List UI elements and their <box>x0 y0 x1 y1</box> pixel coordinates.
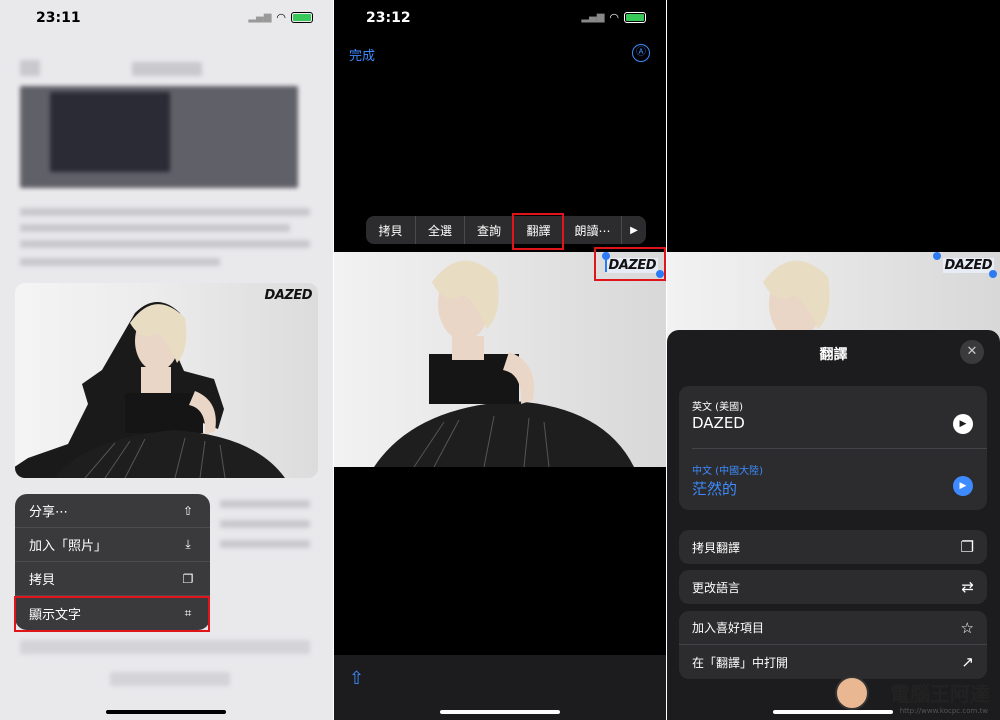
photo-partial: DAZED <box>667 252 1000 342</box>
edit-speak-button[interactable]: 朗讀⋯ <box>564 216 622 244</box>
model-photo <box>374 260 634 467</box>
change-language-icon: ⇄ <box>961 578 974 596</box>
blurred-background <box>20 60 40 76</box>
card-divider <box>692 448 987 449</box>
home-indicator <box>106 710 226 714</box>
signal-icon: ▂▄▆ <box>581 12 605 23</box>
highlight-box <box>512 213 564 250</box>
menu-item-share[interactable]: 分享⋯ ⇧ <box>15 494 210 528</box>
signal-icon: ▂▄▆ <box>248 12 272 23</box>
target-text: 茫然的 <box>692 480 738 498</box>
target-language: 中文 (中國大陸) <box>692 466 763 477</box>
selection-handle-end <box>989 270 997 278</box>
edit-menu: 拷貝 全選 查詢 翻譯 朗讀⋯ ▶ <box>366 216 646 244</box>
menu-item-label: 分享⋯ <box>29 505 69 520</box>
status-icons: ▂▄▆ ◠ <box>248 11 313 24</box>
play-source-icon[interactable]: ▶ <box>953 414 973 434</box>
watermark-text: 電腦王阿達 <box>890 682 990 706</box>
action-label: 加入喜好項目 <box>692 621 765 635</box>
copy-icon: ❐ <box>182 571 194 586</box>
blurred-background <box>20 258 220 266</box>
close-icon[interactable]: ✕ <box>960 340 984 364</box>
blurred-background <box>110 672 230 686</box>
status-bar: 23:11 ▂▄▆ ◠ <box>0 0 333 36</box>
sheet-title: 翻譯 <box>819 347 848 363</box>
add-to-photos-icon: ⤓ <box>185 537 191 551</box>
open-in-translate-button[interactable]: 在「翻譯」中打開 ↗ <box>679 645 987 679</box>
done-button[interactable]: 完成 <box>349 45 375 64</box>
status-icons: ▂▄▆ ◠ <box>581 11 646 24</box>
edit-more-arrow-icon[interactable]: ▶ <box>622 216 646 244</box>
menu-item-add-to-photos[interactable]: 加入「照片」 ⤓ <box>15 528 210 562</box>
dazed-logo: DAZED <box>264 288 313 303</box>
home-indicator <box>773 710 893 714</box>
blurred-background <box>20 224 290 232</box>
action-group: 加入喜好項目 ☆ 在「翻譯」中打開 ↗ <box>679 611 987 679</box>
markup-icon[interactable]: Ⓐ <box>632 44 650 62</box>
panel-photos-context-menu: 23:11 ▂▄▆ ◠ DAZED 分享⋯ ⇧ 加入「照片」 ⤓ 拷貝 ❐ 顯示… <box>0 0 333 720</box>
source-text: DAZED <box>692 414 745 432</box>
blurred-background <box>220 500 310 508</box>
blurred-background <box>20 640 310 654</box>
play-target-icon[interactable]: ▶ <box>953 476 973 496</box>
blurred-background <box>220 540 310 548</box>
translate-sheet: 翻譯 ✕ 英文 (美國) DAZED ▶ 中文 (中國大陸) 茫然的 ▶ 拷貝翻… <box>667 330 1000 720</box>
battery-icon <box>624 12 646 23</box>
photo-full[interactable]: DAZED <box>334 252 666 467</box>
battery-icon <box>291 12 313 23</box>
change-language-button[interactable]: 更改語言 ⇄ <box>679 570 987 604</box>
blurred-background <box>50 92 170 172</box>
panel-translate-sheet: DAZED 翻譯 ✕ 英文 (美國) DAZED ▶ 中文 (中國大陸) 茫然的… <box>667 0 1000 720</box>
selection-handle-start <box>933 252 941 260</box>
model-photo <box>15 302 285 478</box>
wifi-icon: ◠ <box>276 11 286 24</box>
wifi-icon: ◠ <box>609 11 619 24</box>
share-icon[interactable]: ⇧ <box>349 668 364 689</box>
status-time: 23:12 <box>366 10 411 26</box>
copy-translation-button[interactable]: 拷貝翻譯 ❐ <box>679 530 987 564</box>
home-indicator <box>440 710 560 714</box>
edit-lookup-button[interactable]: 查詢 <box>465 216 514 244</box>
selected-text-dazed: DAZED <box>942 258 994 273</box>
watermark-mascot-icon <box>835 676 869 710</box>
edit-copy-button[interactable]: 拷貝 <box>366 216 416 244</box>
menu-item-copy[interactable]: 拷貝 ❐ <box>15 562 210 596</box>
highlight-box <box>14 596 210 632</box>
open-external-icon: ↗ <box>961 653 974 671</box>
status-bar: 23:12 ▂▄▆ ◠ <box>334 0 666 36</box>
star-icon: ☆ <box>960 618 974 637</box>
blurred-background <box>132 62 202 76</box>
photo-preview[interactable]: DAZED <box>15 283 318 478</box>
action-label: 拷貝翻譯 <box>692 540 741 555</box>
action-label: 在「翻譯」中打開 <box>692 655 789 670</box>
copy-translation-icon: ❐ <box>960 538 974 556</box>
action-label: 更改語言 <box>692 580 741 595</box>
source-language: 英文 (美國) <box>692 402 743 413</box>
menu-item-label: 加入「照片」 <box>29 539 108 554</box>
blurred-background <box>20 240 310 248</box>
highlight-box <box>594 247 666 281</box>
menu-item-label: 拷貝 <box>29 573 56 588</box>
edit-select-all-button[interactable]: 全選 <box>416 216 465 244</box>
watermark-url: http://www.kocpc.com.tw <box>899 707 988 715</box>
share-icon: ⇧ <box>182 503 194 518</box>
panel-live-text: 23:12 ▂▄▆ ◠ 完成 Ⓐ DAZED 拷貝 全選 查詢 翻譯 朗讀⋯ ▶… <box>334 0 666 720</box>
status-time: 23:11 <box>36 10 81 26</box>
translation-card: 英文 (美國) DAZED ▶ 中文 (中國大陸) 茫然的 ▶ <box>679 386 987 510</box>
add-favorite-button[interactable]: 加入喜好項目 ☆ <box>679 611 987 645</box>
blurred-background <box>20 208 310 216</box>
blurred-background <box>220 520 310 528</box>
